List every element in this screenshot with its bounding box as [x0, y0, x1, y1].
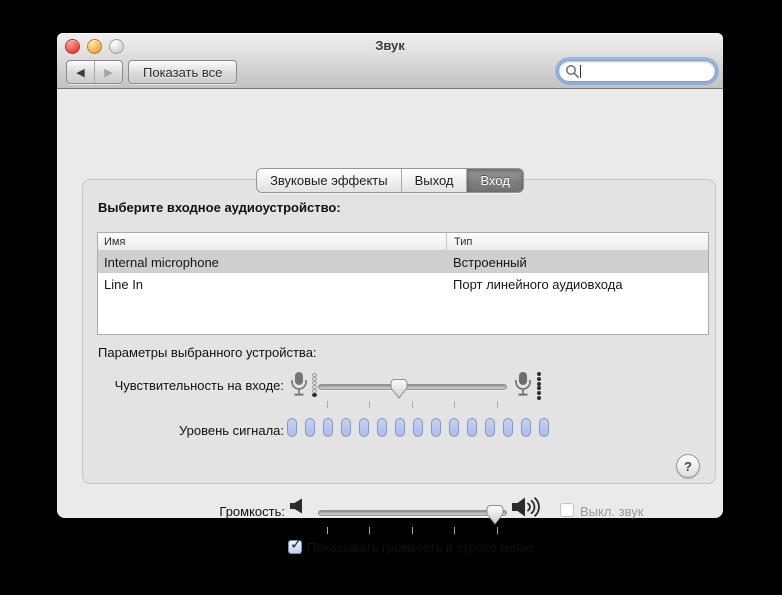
- mute-checkbox[interactable]: [560, 503, 574, 517]
- input-volume-ticks: [318, 401, 505, 408]
- desktop: { "window": { "title": "Звук" }, "toolba…: [0, 0, 782, 595]
- column-header-name: Имя: [104, 235, 126, 248]
- tab-bar: Звуковые эффекты Выход Вход: [256, 168, 524, 193]
- device-table: Имя Тип Internal microphone Встроенный L…: [97, 232, 709, 335]
- input-level-label: Уровень сигнала:: [178, 423, 284, 438]
- device-type: Порт линейного аудиовхода: [453, 276, 623, 292]
- search-field[interactable]: [558, 60, 716, 82]
- choose-device-heading: Выберите входное аудиоустройство:: [98, 200, 341, 215]
- device-name: Internal microphone: [104, 254, 219, 270]
- settings-heading: Параметры выбранного устройства:: [98, 345, 317, 360]
- window-title: Звук: [375, 38, 405, 53]
- help-button[interactable]: ?: [676, 454, 700, 478]
- show-all-button[interactable]: Показать все: [128, 60, 238, 84]
- forward-button[interactable]: ▶: [95, 61, 122, 83]
- microphone-low-icon: [291, 372, 307, 396]
- back-button[interactable]: ◀: [67, 61, 95, 83]
- titlebar: Звук ◀ ▶ Показать все: [57, 33, 723, 89]
- sound-preferences-window: Звук ◀ ▶ Показать все Звуковые эффекты В…: [57, 33, 723, 555]
- output-volume-label: Громкость:: [219, 504, 285, 519]
- tab-sound-effects[interactable]: Звуковые эффекты: [257, 169, 402, 192]
- input-volume-thumb[interactable]: [390, 379, 408, 399]
- show-volume-in-menubar-label: Показывать громкость в строке меню: [307, 540, 534, 555]
- tab-input[interactable]: Вход: [467, 169, 523, 192]
- microphone-high-icon: [515, 372, 531, 396]
- search-input[interactable]: [581, 63, 709, 79]
- search-icon: [566, 65, 579, 78]
- table-row[interactable]: Internal microphone Встроенный: [98, 251, 708, 273]
- output-volume-thumb[interactable]: [486, 505, 504, 525]
- table-row[interactable]: Line In Порт линейного аудиовхода: [98, 273, 708, 295]
- input-volume-label: Чувствительность на входе:: [114, 378, 284, 393]
- table-header: Имя Тип: [98, 233, 708, 251]
- output-volume-slider[interactable]: [318, 505, 507, 525]
- sensitivity-high-dots: [537, 372, 541, 400]
- show-volume-in-menubar-checkbox[interactable]: ✓: [288, 536, 303, 554]
- tab-output[interactable]: Выход: [401, 169, 468, 192]
- device-type: Встроенный: [453, 254, 527, 270]
- navigation-buttons: ◀ ▶: [66, 60, 123, 84]
- output-volume-ticks: [318, 527, 505, 534]
- input-volume-slider[interactable]: [318, 379, 507, 399]
- checkmark-icon: ✓: [290, 536, 303, 553]
- speaker-low-icon: [290, 498, 302, 514]
- sensitivity-low-dots: [312, 373, 317, 397]
- content-area: Звуковые эффекты Выход Вход Выберите вхо…: [57, 89, 723, 555]
- speaker-high-icon: [512, 497, 540, 517]
- input-level-meter: [287, 418, 549, 437]
- device-name: Line In: [104, 276, 144, 292]
- column-header-type: Тип: [446, 233, 708, 250]
- mute-label: Выкл. звук: [580, 504, 644, 519]
